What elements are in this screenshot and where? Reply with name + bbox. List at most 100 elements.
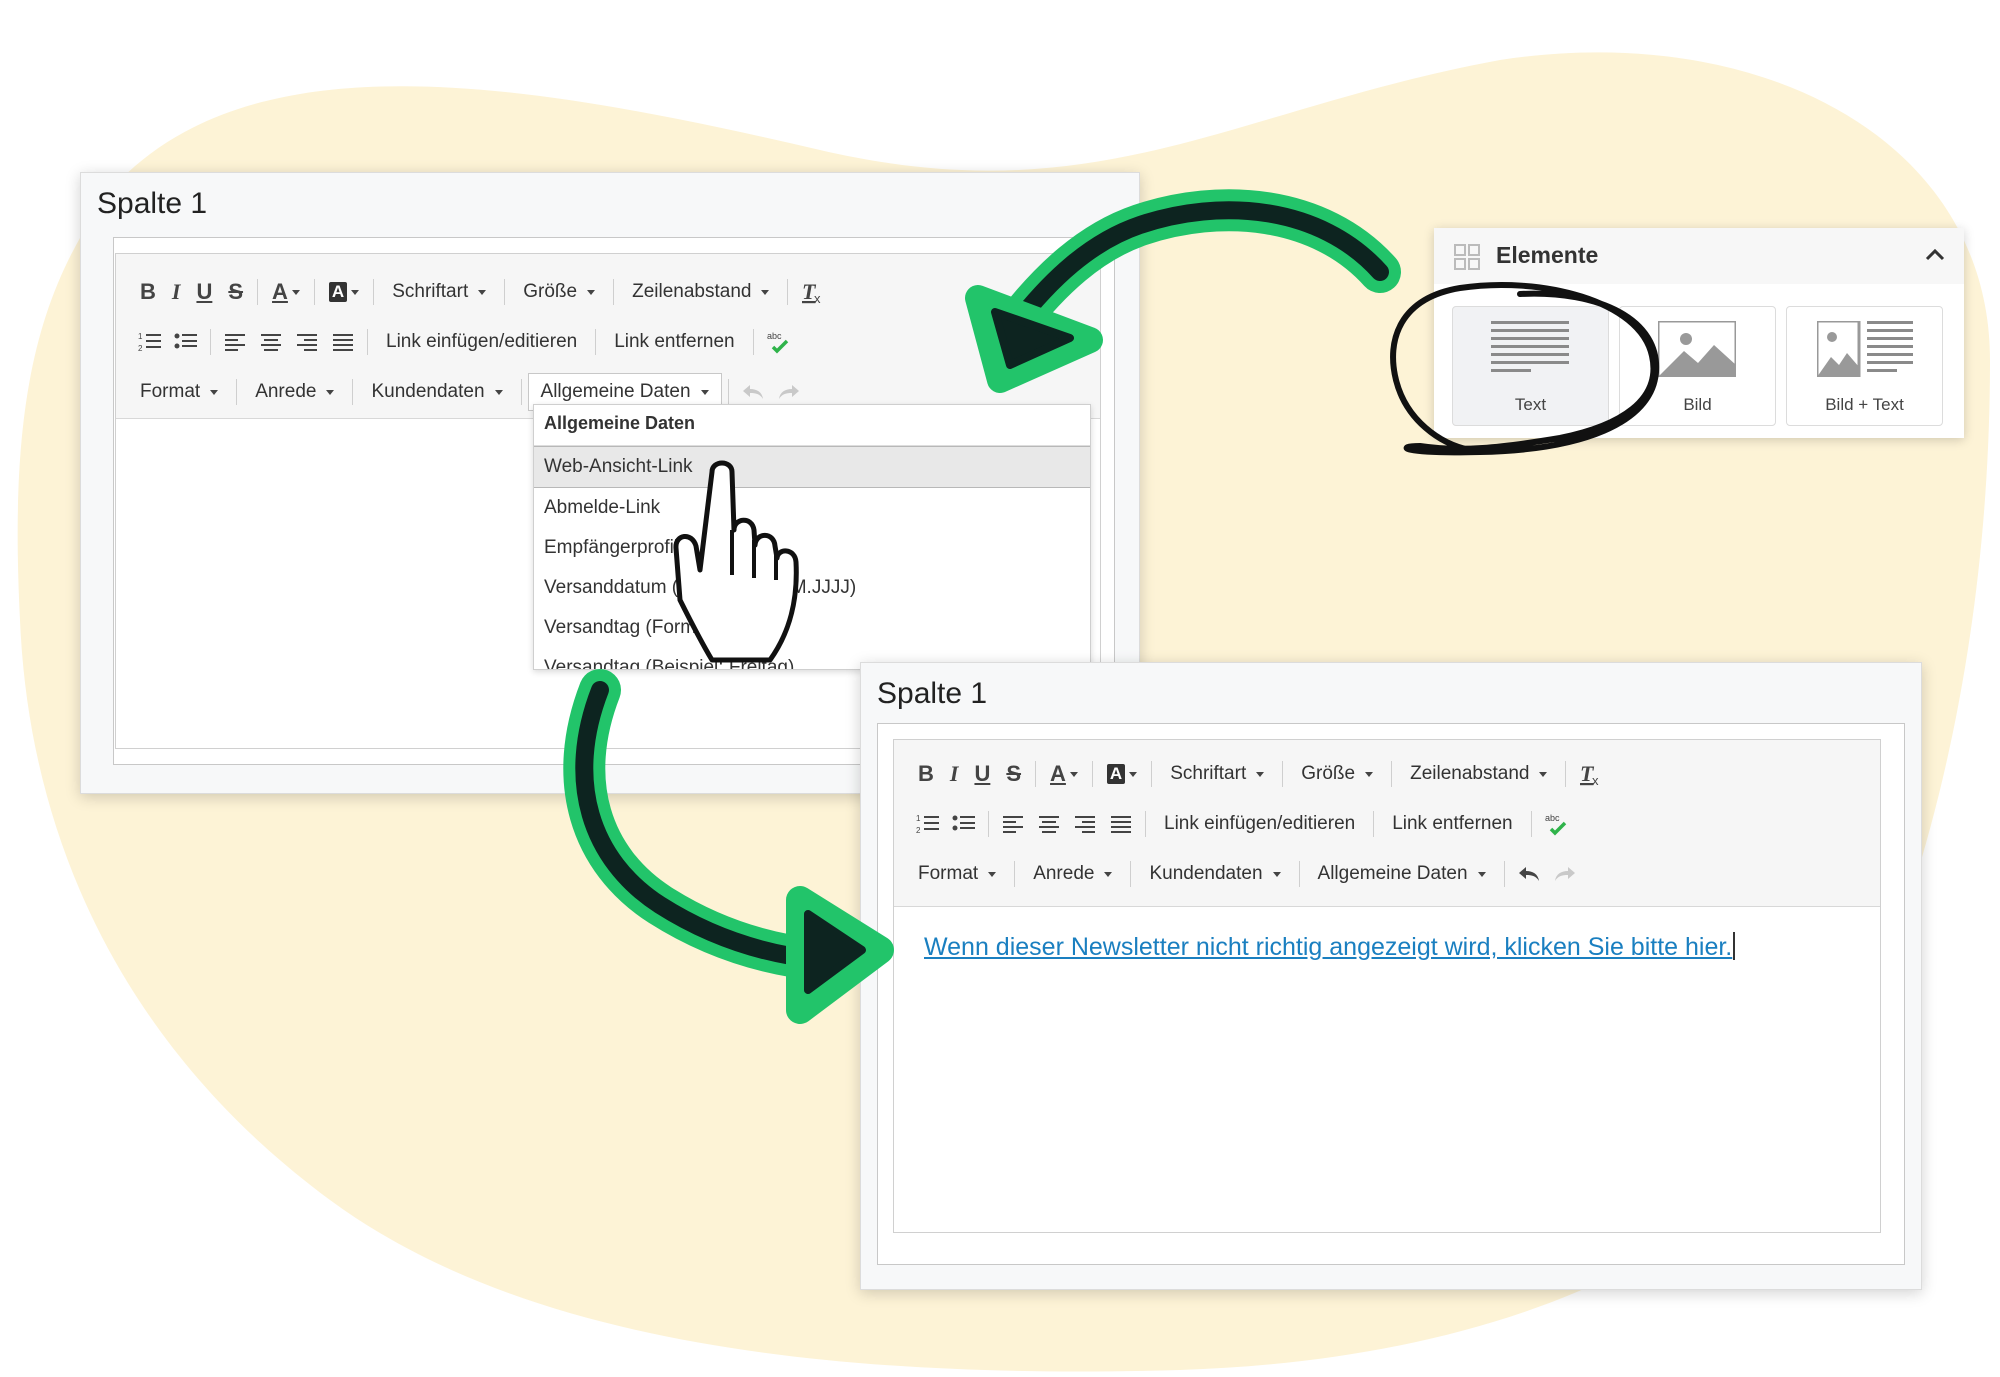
underline-button[interactable]: U xyxy=(188,274,220,310)
text-block-icon xyxy=(1491,321,1569,382)
link-edit-button[interactable]: Link einfügen/editieren xyxy=(1152,806,1367,842)
menu-header: Allgemeine Daten xyxy=(534,405,1090,446)
align-justify-icon[interactable] xyxy=(325,324,361,360)
svg-text:1: 1 xyxy=(138,332,143,341)
web-view-link-text: Wenn dieser Newsletter nicht richtig ang… xyxy=(924,933,1733,961)
background-color-icon: A xyxy=(1106,764,1126,784)
separator xyxy=(520,379,522,405)
kundendaten-label: Kundendaten xyxy=(371,381,485,402)
separator xyxy=(613,279,615,305)
background-color-button[interactable]: A xyxy=(321,274,367,310)
font-color-button[interactable]: A xyxy=(1042,756,1086,792)
align-center-icon[interactable] xyxy=(1031,806,1067,842)
format-dropdown[interactable]: Format xyxy=(906,856,1008,892)
align-left-icon[interactable] xyxy=(217,324,253,360)
strikethrough-button[interactable]: S xyxy=(220,274,251,310)
svg-text:abc: abc xyxy=(1545,813,1560,823)
separator xyxy=(1130,861,1132,887)
separator xyxy=(1091,761,1093,787)
underline-button[interactable]: U xyxy=(966,756,998,792)
panel-title: Spalte 1 xyxy=(97,187,208,220)
align-right-icon[interactable] xyxy=(1067,806,1103,842)
toolbar-row-3: Format Anrede Kundendaten Allgemeine Dat… xyxy=(906,854,1583,894)
separator xyxy=(1565,761,1567,787)
align-justify-icon[interactable] xyxy=(1103,806,1139,842)
italic-button[interactable]: I xyxy=(942,756,967,792)
allgemeine-daten-dropdown[interactable]: Allgemeine Daten xyxy=(1306,856,1498,892)
line-height-label: Zeilenabstand xyxy=(632,281,752,302)
separator xyxy=(1014,861,1016,887)
allgemeine-daten-label: Allgemeine Daten xyxy=(1317,863,1468,884)
web-view-link[interactable]: Wenn dieser Newsletter nicht richtig ang… xyxy=(924,932,1736,962)
align-right-icon[interactable] xyxy=(289,324,325,360)
kundendaten-dropdown[interactable]: Kundendaten xyxy=(359,374,514,410)
font-family-dropdown[interactable]: Schriftart xyxy=(380,274,498,310)
separator xyxy=(1298,861,1300,887)
image-icon xyxy=(1656,319,1738,382)
italic-button[interactable]: I xyxy=(164,274,189,310)
format-label: Format xyxy=(140,381,201,402)
numbered-list-icon[interactable]: 12 xyxy=(910,806,946,842)
spellcheck-icon[interactable]: abc xyxy=(760,324,796,360)
bullet-list-icon[interactable] xyxy=(946,806,982,842)
elements-header[interactable]: Elemente xyxy=(1434,228,1964,284)
panel-title: Spalte 1 xyxy=(877,677,988,710)
tile-label: Bild + Text xyxy=(1825,395,1904,414)
kundendaten-dropdown[interactable]: Kundendaten xyxy=(1137,856,1292,892)
anrede-dropdown[interactable]: Anrede xyxy=(1021,856,1124,892)
font-size-dropdown[interactable]: Größe xyxy=(1289,756,1385,792)
menu-item-web-ansicht-link[interactable]: Web-Ansicht-Link xyxy=(534,446,1090,488)
strikethrough-button[interactable]: S xyxy=(998,756,1029,792)
chevron-up-icon[interactable] xyxy=(1924,246,1946,267)
bold-button[interactable]: B xyxy=(132,274,164,310)
align-left-icon[interactable] xyxy=(995,806,1031,842)
menu-item-empfaengerprofil[interactable]: Empfängerprofil xyxy=(534,528,1090,568)
numbered-list-icon[interactable]: 12 xyxy=(132,324,168,360)
font-size-dropdown[interactable]: Größe xyxy=(511,274,607,310)
anrede-dropdown[interactable]: Anrede xyxy=(243,374,346,410)
background-color-icon: A xyxy=(328,282,348,302)
line-height-dropdown[interactable]: Zeilenabstand xyxy=(620,274,781,310)
link-remove-button[interactable]: Link entfernen xyxy=(1380,806,1524,842)
toolbar-row-2: 12 Link einfügen/editieren Link entferne… xyxy=(132,322,796,362)
grid-icon xyxy=(1454,244,1480,275)
tile-label: Bild xyxy=(1683,395,1712,414)
toolbar-row-2: 12 Link einfügen/editieren Link entferne… xyxy=(910,804,1574,844)
separator xyxy=(1035,761,1037,787)
text-cursor xyxy=(1733,932,1736,960)
clear-format-icon[interactable]: Tx xyxy=(794,274,830,310)
kundendaten-label: Kundendaten xyxy=(1149,863,1263,884)
svg-text:1: 1 xyxy=(916,814,921,823)
tile-text[interactable]: Text xyxy=(1452,306,1609,426)
menu-item-versandtag[interactable]: Versandtag (Format: TT) xyxy=(534,608,1090,648)
separator xyxy=(210,329,211,355)
clear-format-icon[interactable]: Tx xyxy=(1572,756,1608,792)
bullet-list-icon[interactable] xyxy=(168,324,204,360)
separator xyxy=(988,811,989,837)
svg-text:x: x xyxy=(814,291,821,305)
background-color-button[interactable]: A xyxy=(1099,756,1145,792)
font-color-icon: A xyxy=(272,279,288,304)
link-remove-button[interactable]: Link entfernen xyxy=(602,324,746,360)
undo-icon[interactable] xyxy=(1511,856,1547,892)
separator xyxy=(352,379,354,405)
menu-item-abmelde-link[interactable]: Abmelde-Link xyxy=(534,488,1090,528)
spellcheck-icon[interactable]: abc xyxy=(1538,806,1574,842)
separator xyxy=(367,329,368,355)
separator xyxy=(1391,761,1393,787)
rich-text-editor-inner[interactable]: B I U S A A Schriftart Größe Zeilenabsta… xyxy=(893,739,1881,1233)
separator xyxy=(1145,811,1146,837)
font-color-button[interactable]: A xyxy=(264,274,308,310)
elements-panel: Elemente Text Bild Bild + Text xyxy=(1434,228,1964,438)
format-dropdown[interactable]: Format xyxy=(128,374,230,410)
align-center-icon[interactable] xyxy=(253,324,289,360)
separator xyxy=(373,279,375,305)
tile-bild[interactable]: Bild xyxy=(1619,306,1776,426)
tile-bild-text[interactable]: Bild + Text xyxy=(1786,306,1943,426)
link-edit-button[interactable]: Link einfügen/editieren xyxy=(374,324,589,360)
font-family-dropdown[interactable]: Schriftart xyxy=(1158,756,1276,792)
bold-button[interactable]: B xyxy=(910,756,942,792)
menu-item-versanddatum[interactable]: Versanddatum (Format: TT.MM.JJJJ) xyxy=(534,568,1090,608)
line-height-dropdown[interactable]: Zeilenabstand xyxy=(1398,756,1559,792)
redo-icon[interactable] xyxy=(1547,856,1583,892)
